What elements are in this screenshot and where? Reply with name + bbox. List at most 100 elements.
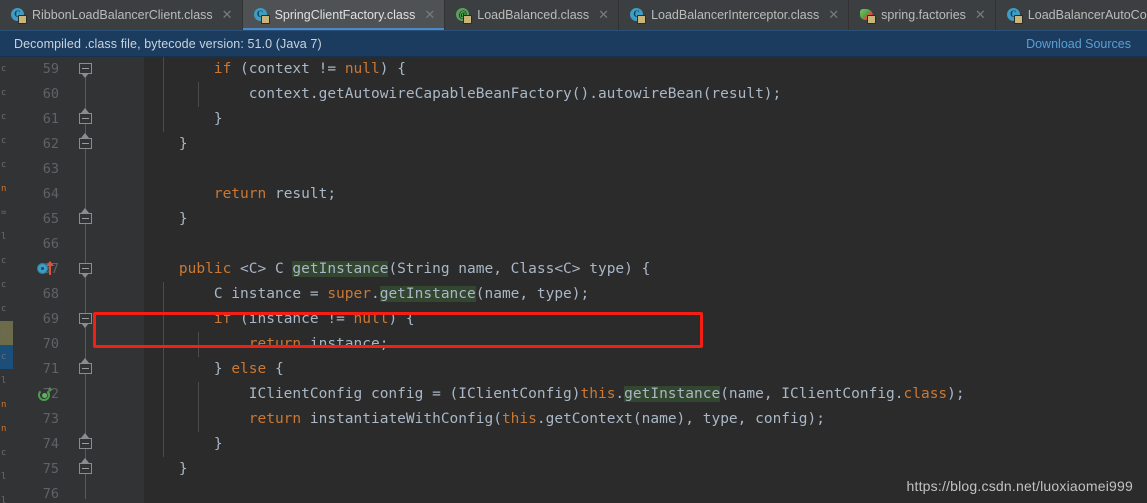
editor-tab-2[interactable]: @ LoadBalanced.class ✕ [445,0,620,30]
code-line[interactable]: } [144,107,1147,132]
code-line[interactable]: if (context != null) { [144,57,1147,82]
code-token: return [213,186,267,202]
code-line[interactable]: return result; [144,182,1147,207]
editor-tab-0[interactable]: C RibbonLoadBalancerClient.class ✕ [0,0,243,30]
indent-guide [163,82,164,107]
preview-strip-row: c [1,88,7,98]
fold-toggle-69[interactable] [78,312,93,328]
fold-toggle-71[interactable] [78,358,93,377]
preview-strip-row: l [1,232,7,242]
java-class-icon: C [11,7,27,24]
indent-guide [198,332,199,357]
code-token: ) { [379,61,406,77]
recursive-call-icon[interactable] [37,386,53,403]
fold-toggle-67[interactable] [78,262,93,278]
tab-close-icon[interactable]: ✕ [828,9,839,22]
line-number: 66 [42,236,59,252]
code-line[interactable]: context.getAutowireCapableBeanFactory().… [144,82,1147,107]
code-line[interactable]: return instantiateWithConfig(this.getCon… [144,407,1147,432]
fold-toggle-61[interactable] [78,108,93,127]
code-line[interactable]: C instance = super.getInstance(name, typ… [144,282,1147,307]
code-token: null [353,311,389,327]
preview-strip-row: l [1,472,7,482]
code-token: } [144,211,188,227]
code-token: (instance != [231,311,354,327]
editor-tab-1[interactable]: C SpringClientFactory.class ✕ [242,0,446,30]
preview-strip-row: c [1,136,7,146]
indent-guide [163,57,164,82]
fold-toggle-65[interactable] [78,208,93,227]
code-token: <C> C [231,261,293,277]
indent-guide [163,332,164,357]
code-token: result; [266,186,337,202]
code-text-area[interactable]: if (context != null) { context.getAutowi… [144,57,1147,503]
code-line[interactable]: return instance; [144,332,1147,357]
code-line[interactable]: } [144,207,1147,232]
preview-strip-row: c [0,321,13,345]
code-token: return [248,411,302,427]
code-line[interactable]: IClientConfig config = (IClientConfig)th… [144,382,1147,407]
editor-gutter[interactable]: 596061626364656667686970717273747576 [13,57,144,503]
java-class-icon: C [253,7,270,24]
code-line[interactable]: } [144,132,1147,157]
editor-tab-3[interactable]: C LoadBalancerInterceptor.class ✕ [619,0,850,30]
tab-close-icon[interactable]: ✕ [598,9,609,22]
code-token: if [213,61,232,77]
code-line[interactable]: } else { [144,357,1147,382]
fold-toggle-59[interactable] [78,62,93,78]
code-token: } [144,361,232,377]
tab-close-icon[interactable]: ✕ [975,9,986,22]
code-line[interactable] [144,157,1147,182]
preview-strip-row: = [1,208,7,218]
tab-label: LoadBalancerInterceptor.class [651,8,820,22]
preview-strip-row: n [1,184,7,194]
code-editor[interactable]: cccccn=lccccclnncll 59606162636465666768… [0,57,1147,503]
tab-label: LoadBalancerAutoConfigura [1027,8,1147,22]
indent-guide [198,407,199,432]
code-token: (String name, Class<C> type) { [388,261,651,277]
indent-guide [163,282,164,307]
tab-label: SpringClientFactory.class [274,8,416,22]
indent-guide [163,407,164,432]
override-method-icon[interactable] [37,261,57,277]
preview-strip-row: n [1,400,7,410]
preview-strip-row: c [1,448,7,458]
highlighted-token: getInstance [292,261,389,277]
properties-file-icon [860,8,877,24]
code-token: { [266,361,284,377]
editor-tab-4[interactable]: spring.factories ✕ [849,0,996,30]
code-token: C instance = [144,286,328,302]
code-token: } [144,436,223,452]
code-folding-column[interactable] [75,57,97,503]
code-token: (name, type); [475,286,590,302]
line-number: 63 [42,161,59,177]
java-class-icon: C [1006,7,1023,24]
line-number-column: 596061626364656667686970717273747576 [13,57,65,503]
fold-toggle-62[interactable] [78,133,93,152]
code-line[interactable]: if (instance != null) { [144,307,1147,332]
fold-toggle-75[interactable] [78,458,93,477]
code-token: (name, IClientConfig. [720,386,904,402]
tab-close-icon[interactable]: ✕ [222,9,233,22]
line-number: 68 [42,286,59,302]
fold-toggle-74[interactable] [78,433,93,452]
code-line[interactable]: } [144,432,1147,457]
indent-guide [163,432,164,457]
java-annotation-icon: @ [456,7,473,24]
download-sources-link[interactable]: Download Sources [1026,37,1147,51]
code-token: } [144,111,223,127]
structure-preview-strip[interactable]: c c c c c n = l c c c c c l n n c l l [0,57,13,503]
editor-tab-5[interactable]: C LoadBalancerAutoConfigura [995,0,1147,30]
code-line[interactable]: public <C> C getInstance(String name, Cl… [144,257,1147,282]
code-line[interactable] [144,232,1147,257]
tab-label: LoadBalanced.class [477,8,590,22]
line-number: 76 [42,486,59,502]
tab-close-icon[interactable]: ✕ [424,9,435,22]
code-token: public [178,261,232,277]
code-token: null [344,61,380,77]
indent-guide [163,357,164,382]
preview-strip-row: c [1,112,7,122]
